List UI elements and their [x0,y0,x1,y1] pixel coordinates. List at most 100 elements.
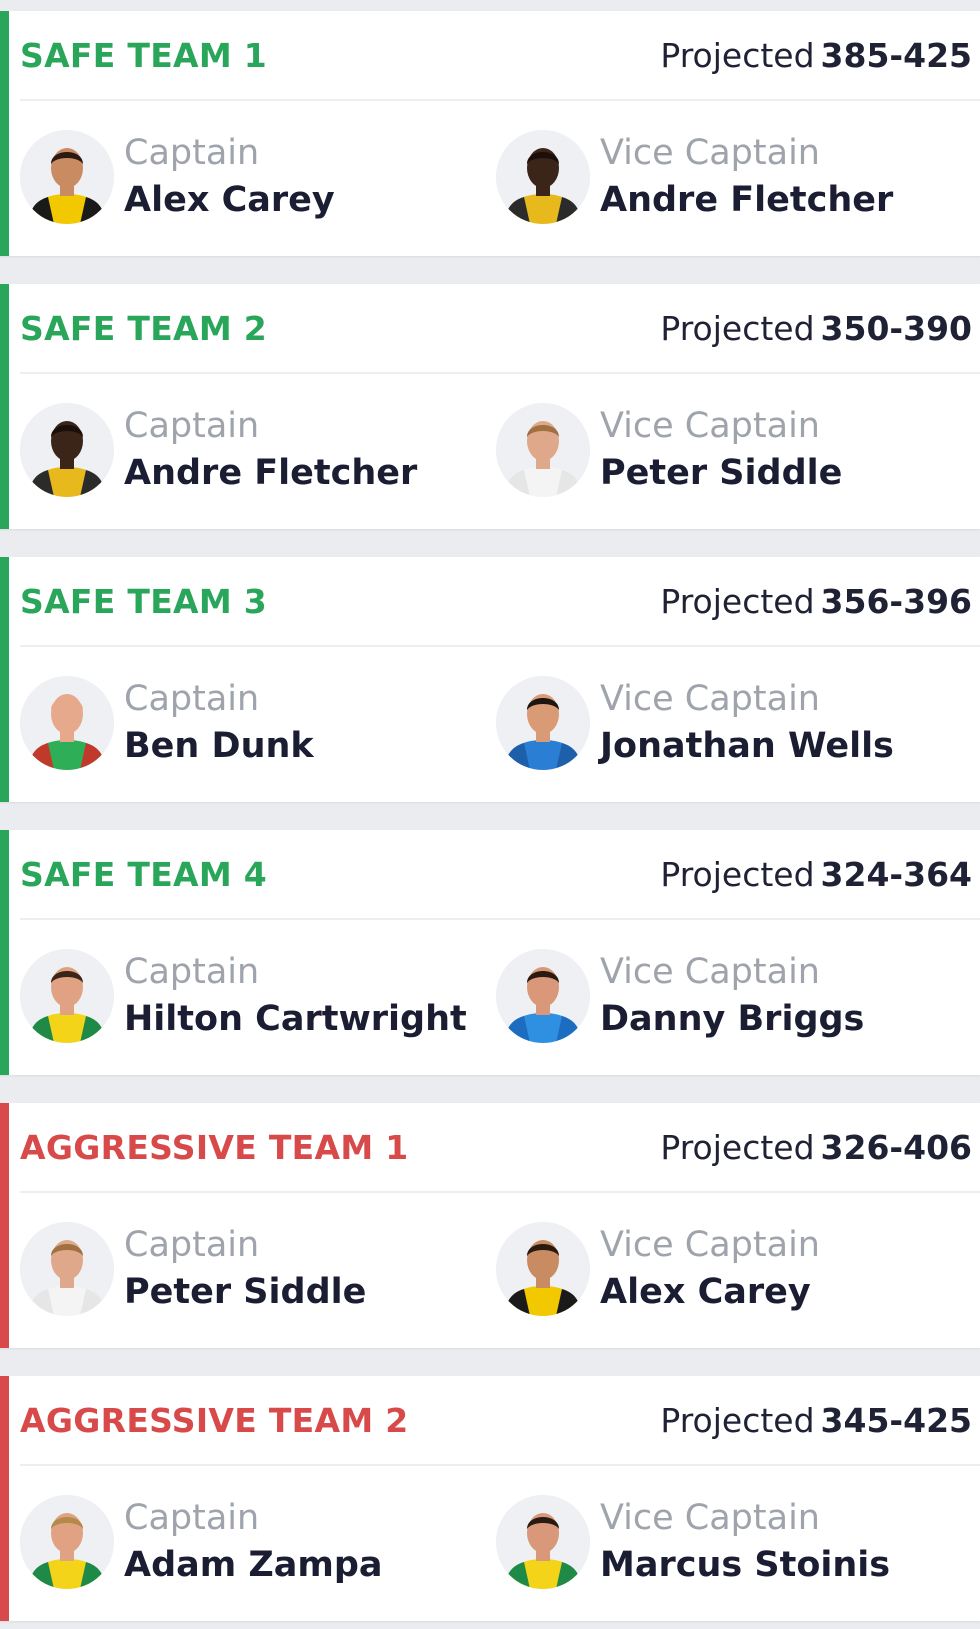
projected-label: Projected [660,854,815,894]
role-label: Captain [124,406,260,446]
player-portrait-icon [496,676,590,770]
player-name: Alex Carey [600,1272,811,1312]
player-portrait-icon [496,1222,590,1316]
projected-label: Projected [660,35,815,75]
player-portrait-icon [20,949,114,1043]
player-portrait-icon [20,130,114,224]
team-card-5[interactable]: AGGRESSIVE TEAM 1 Projected 326-406 Capta… [0,1103,980,1348]
player-name: Peter Siddle [124,1272,367,1312]
captain-pair: Captain Ben Dunk Vice Captain Jonathan W… [20,675,980,771]
projected-label: Projected [660,1127,815,1167]
header-divider [20,918,980,920]
team-name: AGGRESSIVE TEAM 1 [20,1127,409,1167]
projected-label: Projected [660,1400,815,1440]
projected-range: 326-406 [820,1127,972,1167]
team-type-accent-bar [0,1103,9,1348]
projected-points: Projected 345-425 [660,1401,972,1440]
player-avatar [20,949,114,1043]
projected-range: 350-390 [820,308,972,348]
captain-pair: Captain Alex Carey Vice Captain Andre Fl… [20,129,980,225]
team-list: SAFE TEAM 1 Projected 385-425 Captain Ale… [0,0,980,1621]
team-name: AGGRESSIVE TEAM 2 [20,1400,409,1440]
vice-captain-slot[interactable]: Vice Captain Andre Fletcher [496,129,893,225]
captain-slot[interactable]: Captain Alex Carey [20,129,335,225]
projected-range: 356-396 [820,581,972,621]
header-divider [20,99,980,101]
team-card-4[interactable]: SAFE TEAM 4 Projected 324-364 Captain Hil… [0,830,980,1075]
player-portrait-icon [20,1222,114,1316]
header-divider [20,372,980,374]
team-type-accent-bar [0,11,9,256]
projected-points: Projected 356-396 [660,582,972,621]
role-label: Vice Captain [600,406,820,446]
team-type-accent-bar [0,284,9,529]
player-name: Hilton Cartwright [124,999,467,1039]
role-label: Vice Captain [600,679,820,719]
team-name: SAFE TEAM 4 [20,854,268,894]
captain-pair: Captain Andre Fletcher Vice Captain Pete… [20,402,980,498]
captain-slot[interactable]: Captain Peter Siddle [20,1221,366,1317]
player-avatar [496,403,590,497]
player-portrait-icon [496,130,590,224]
player-portrait-icon [20,676,114,770]
player-portrait-icon [20,1495,114,1589]
role-label: Captain [124,679,260,719]
player-name: Alex Carey [124,180,335,220]
player-avatar [20,1222,114,1316]
role-label: Captain [124,952,260,992]
player-avatar [496,949,590,1043]
header-divider [20,1464,980,1466]
role-label: Vice Captain [600,1225,820,1265]
captain-slot[interactable]: Captain Adam Zampa [20,1494,383,1590]
team-card-2[interactable]: SAFE TEAM 2 Projected 350-390 Captain And… [0,284,980,529]
projected-points: Projected 324-364 [660,855,972,894]
projected-label: Projected [660,581,815,621]
team-card-3[interactable]: SAFE TEAM 3 Projected 356-396 Captain Ben… [0,557,980,802]
projected-points: Projected 385-425 [660,36,972,75]
vice-captain-slot[interactable]: Vice Captain Alex Carey [496,1221,820,1317]
captain-slot[interactable]: Captain Ben Dunk [20,675,314,771]
player-name: Peter Siddle [600,453,843,493]
team-card-header: SAFE TEAM 1 Projected 385-425 [20,11,972,99]
vice-captain-slot[interactable]: Vice Captain Marcus Stoinis [496,1494,890,1590]
role-label: Captain [124,1498,260,1538]
player-avatar [496,130,590,224]
player-avatar [496,1495,590,1589]
player-avatar [20,130,114,224]
team-card-1[interactable]: SAFE TEAM 1 Projected 385-425 Captain Ale… [0,11,980,256]
player-name: Marcus Stoinis [600,1545,891,1585]
role-label: Vice Captain [600,133,820,173]
team-type-accent-bar [0,830,9,1075]
projected-points: Projected 326-406 [660,1128,972,1167]
player-portrait-icon [496,403,590,497]
player-avatar [496,676,590,770]
player-name: Ben Dunk [124,726,314,766]
projected-range: 324-364 [820,854,972,894]
player-portrait-icon [496,1495,590,1589]
role-label: Captain [124,133,260,173]
projected-range: 385-425 [820,35,972,75]
team-type-accent-bar [0,1376,9,1621]
vice-captain-slot[interactable]: Vice Captain Danny Briggs [496,948,864,1044]
team-card-header: AGGRESSIVE TEAM 1 Projected 326-406 [20,1103,972,1191]
team-name: SAFE TEAM 3 [20,581,268,621]
vice-captain-slot[interactable]: Vice Captain Jonathan Wells [496,675,894,771]
captain-pair: Captain Peter Siddle Vice Captain Alex C… [20,1221,980,1317]
player-name: Andre Fletcher [600,180,894,220]
role-label: Vice Captain [600,952,820,992]
team-type-accent-bar [0,557,9,802]
role-label: Vice Captain [600,1498,820,1538]
team-name: SAFE TEAM 2 [20,308,268,348]
vice-captain-slot[interactable]: Vice Captain Peter Siddle [496,402,842,498]
player-name: Jonathan Wells [600,726,894,766]
player-name: Danny Briggs [600,999,865,1039]
captain-slot[interactable]: Captain Hilton Cartwright [20,948,467,1044]
player-avatar [20,676,114,770]
player-name: Adam Zampa [124,1545,383,1585]
player-avatar [496,1222,590,1316]
projected-label: Projected [660,308,815,348]
team-card-6[interactable]: AGGRESSIVE TEAM 2 Projected 345-425 Capta… [0,1376,980,1621]
header-divider [20,1191,980,1193]
captain-slot[interactable]: Captain Andre Fletcher [20,402,417,498]
player-portrait-icon [496,949,590,1043]
